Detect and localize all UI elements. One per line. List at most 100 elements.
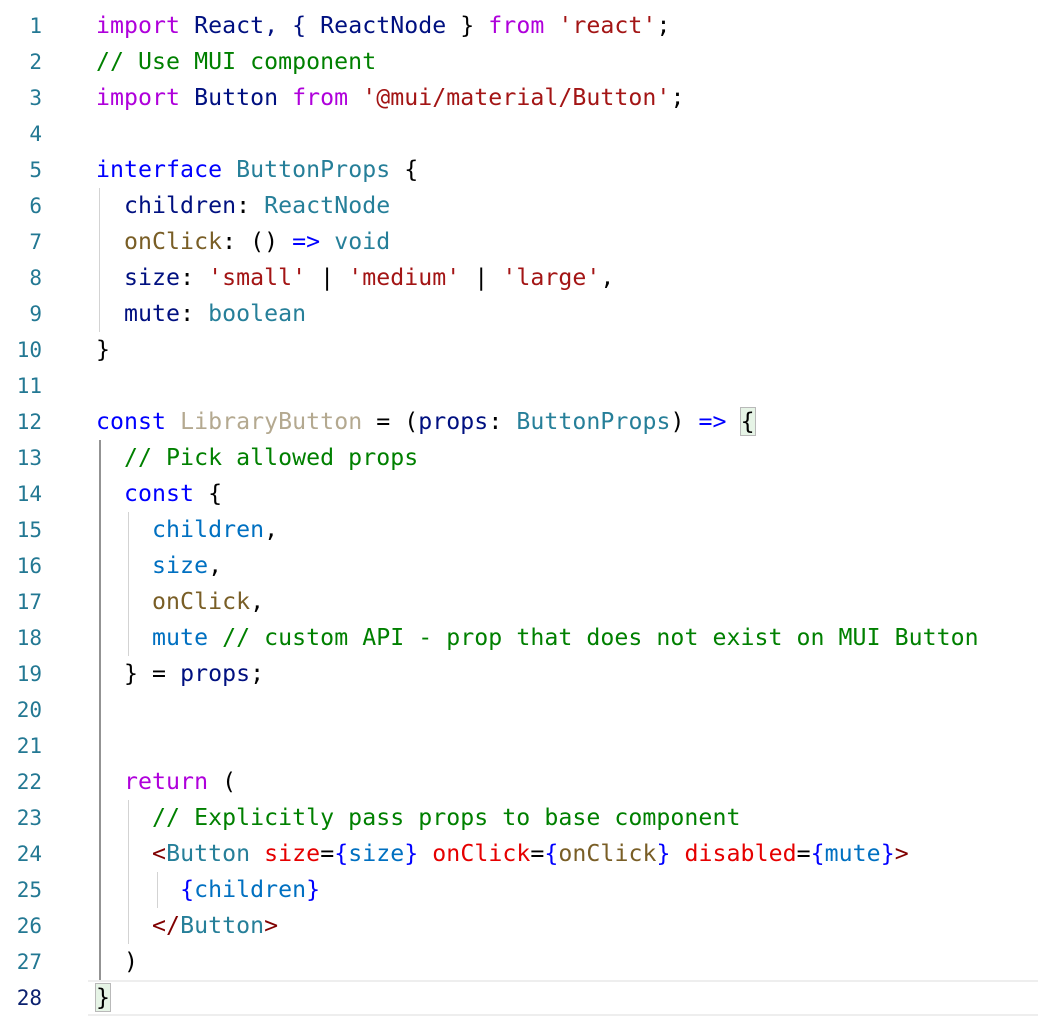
code-text: children,	[96, 512, 278, 548]
code-token: {	[810, 840, 825, 867]
code-token: :	[236, 192, 265, 219]
code-token: props	[180, 660, 251, 687]
code-token: ;	[250, 660, 265, 687]
code-editor[interactable]: 1 import React, { ReactNode } from 'react…	[0, 8, 1038, 1016]
line-number: 20	[16, 698, 42, 722]
code-token: |	[306, 264, 349, 291]
code-line[interactable]: 21	[0, 728, 1038, 764]
code-token: from	[292, 84, 349, 111]
code-line[interactable]: 10}	[0, 332, 1038, 368]
code-line[interactable]: 17 onClick,	[0, 584, 1038, 620]
code-token: :	[180, 264, 209, 291]
code-token: } =	[96, 660, 181, 687]
line-number: 23	[16, 806, 42, 830]
code-token: >	[264, 912, 279, 939]
code-text: }	[94, 980, 112, 1016]
code-line[interactable]: 27 )	[0, 944, 1038, 980]
code-token: =	[530, 840, 545, 867]
line-number: 14	[16, 482, 42, 506]
code-line[interactable]: 13 // Pick allowed props	[0, 440, 1038, 476]
code-token: (	[208, 768, 237, 795]
line-number: 19	[16, 662, 42, 686]
code-token: children	[194, 876, 307, 903]
code-token: =	[320, 840, 335, 867]
code-token: // custom API - prop that does not exist…	[222, 624, 979, 651]
code-token: {	[334, 840, 349, 867]
code-text: </Button>	[96, 908, 278, 944]
code-line[interactable]: 2 // Use MUI component	[0, 44, 1038, 80]
code-token: Button	[194, 84, 279, 111]
code-line[interactable]: 1 import React, { ReactNode } from 'react…	[0, 8, 1038, 44]
code-token: React, {	[180, 12, 321, 39]
code-line[interactable]: 20	[0, 692, 1038, 728]
code-line[interactable]: 25 {children}	[0, 872, 1038, 908]
code-token: mute	[824, 840, 881, 867]
code-line[interactable]: 23 // Explicitly pass props to base comp…	[0, 800, 1038, 836]
code-token: 'medium'	[348, 264, 461, 291]
code-line[interactable]: 24 <Button size={size} onClick={onClick}…	[0, 836, 1038, 872]
code-line[interactable]: 22 return (	[0, 764, 1038, 800]
code-token: ,	[250, 588, 265, 615]
code-text: // Explicitly pass props to base compone…	[96, 800, 740, 836]
code-token: ButtonProps	[516, 408, 671, 435]
line-number: 9	[29, 302, 42, 326]
code-text: const LibraryButton = (props: ButtonProp…	[96, 404, 756, 440]
code-line[interactable]: 26 </Button>	[0, 908, 1038, 944]
line-number: 11	[16, 374, 42, 398]
line-number: 6	[29, 194, 42, 218]
code-line[interactable]: 11	[0, 368, 1038, 404]
code-token: Button	[180, 912, 265, 939]
code-token: ReactNode	[264, 192, 391, 219]
code-token: =>	[292, 228, 321, 255]
line-number: 8	[29, 266, 42, 290]
code-token: children	[96, 516, 265, 543]
code-token: ,	[208, 552, 223, 579]
code-line[interactable]: 6 children: ReactNode	[0, 188, 1038, 224]
code-token: {	[544, 840, 559, 867]
code-line[interactable]: 5 interface ButtonProps {	[0, 152, 1038, 188]
code-token: {	[390, 156, 419, 183]
code-line[interactable]: 18 mute // custom API - prop that does n…	[0, 620, 1038, 656]
line-number: 25	[16, 878, 42, 902]
code-text: }	[96, 332, 110, 368]
code-text: } = props;	[96, 656, 264, 692]
code-line[interactable]: 19 } = props;	[0, 656, 1038, 692]
code-line[interactable]: 4	[0, 116, 1038, 152]
code-line[interactable]: 9 mute: boolean	[0, 296, 1038, 332]
code-token: onClick	[432, 840, 531, 867]
code-line[interactable]: 14 const {	[0, 476, 1038, 512]
code-token: }	[656, 840, 671, 867]
code-token: 'large'	[502, 264, 601, 291]
code-token: return	[96, 768, 209, 795]
code-line[interactable]: 15 children,	[0, 512, 1038, 548]
code-token: {	[180, 876, 195, 903]
code-token: onClick	[558, 840, 657, 867]
line-number: 21	[16, 734, 42, 758]
code-line[interactable]: 28}	[0, 980, 1038, 1016]
code-token: children	[96, 192, 237, 219]
code-line[interactable]: 3 import Button from '@mui/material/Butto…	[0, 80, 1038, 116]
code-token: boolean	[208, 300, 307, 327]
code-token: 'small'	[208, 264, 307, 291]
code-text: )	[96, 944, 138, 980]
code-token: {	[194, 480, 223, 507]
line-number: 12	[16, 410, 42, 434]
code-text: size,	[96, 548, 222, 584]
code-token: size	[96, 552, 209, 579]
code-token: LibraryButton	[180, 408, 363, 435]
code-token: onClick	[96, 228, 223, 255]
code-token: =	[796, 840, 811, 867]
code-line[interactable]: 7 onClick: () => void	[0, 224, 1038, 260]
code-line[interactable]: 16 size,	[0, 548, 1038, 584]
code-token: import	[96, 84, 181, 111]
code-token: const	[96, 480, 195, 507]
code-line[interactable]: 8 size: 'small' | 'medium' | 'large',	[0, 260, 1038, 296]
code-line[interactable]: 12 const LibraryButton = (props: ButtonPr…	[0, 404, 1038, 440]
code-text: return (	[96, 764, 236, 800]
